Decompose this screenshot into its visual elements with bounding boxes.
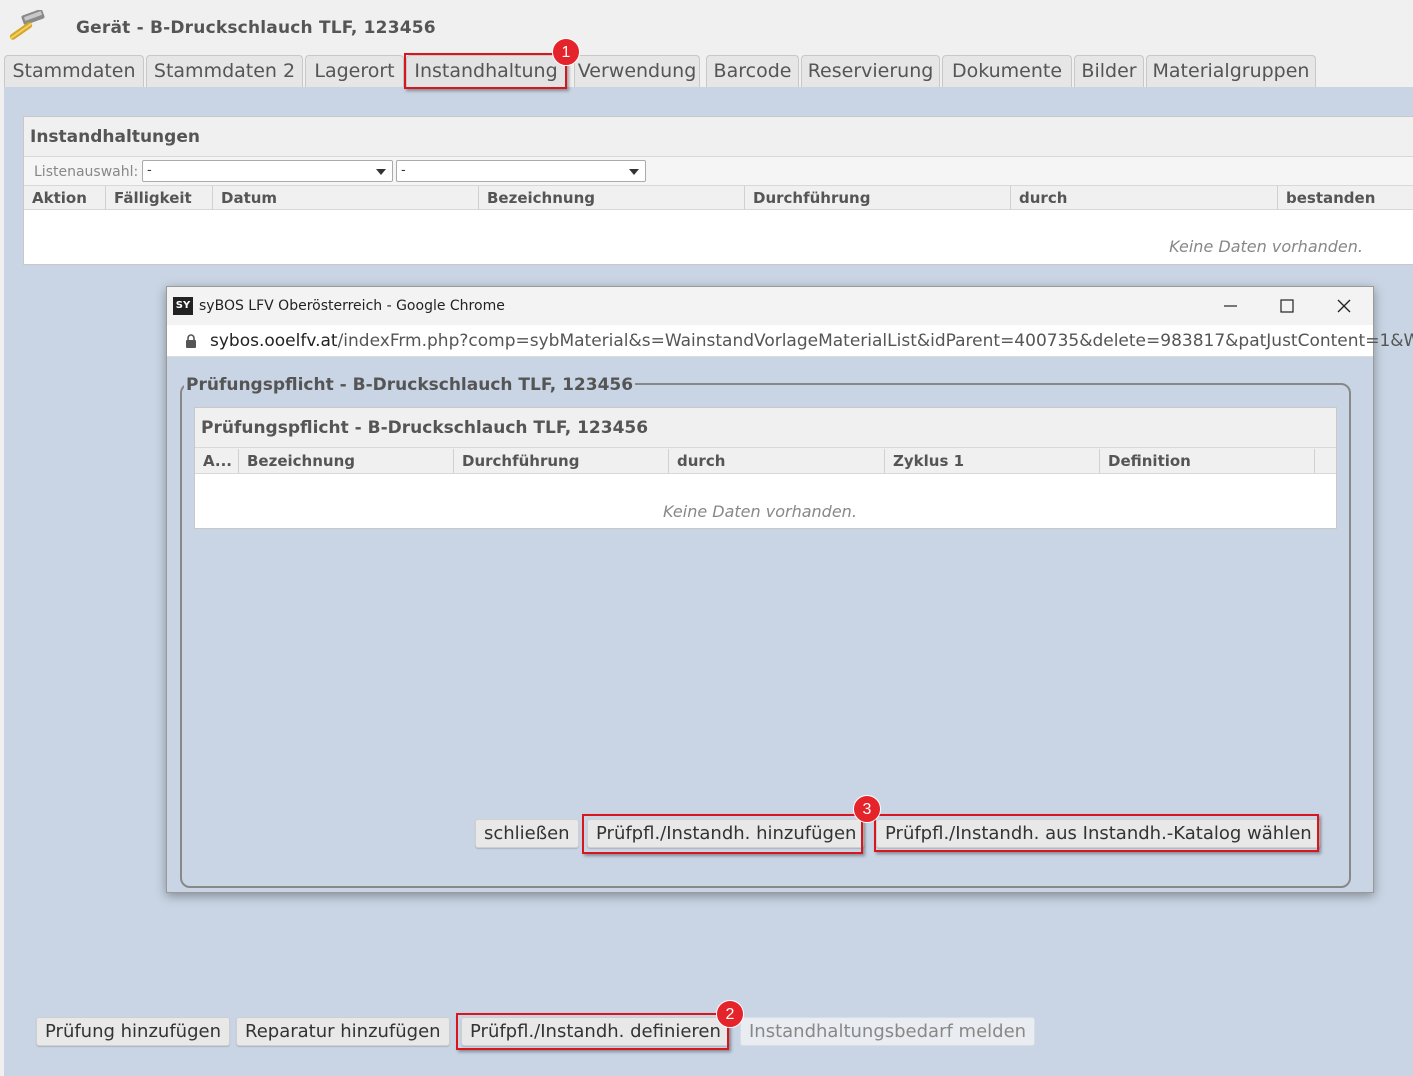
instandhaltungen-panel: Instandhaltungen Listenauswahl: - - Akti…	[23, 116, 1413, 265]
table-header: A... Bezeichnung Durchführung durch Zykl…	[195, 448, 1336, 474]
col-faelligkeit[interactable]: Fälligkeit	[106, 186, 213, 210]
list-selection-row: Listenauswahl: - -	[24, 157, 1413, 185]
define-pruefpflicht-button[interactable]: Prüfpfl./Instandh. definieren	[461, 1017, 730, 1046]
col-zyklus-1[interactable]: Zyklus 1	[885, 449, 1100, 473]
list-select-1-value: -	[147, 163, 152, 178]
panel-header: Instandhaltungen	[24, 117, 1413, 157]
window-titlebar: SY syBOS LFV Oberösterreich - Google Chr…	[167, 287, 1373, 325]
step-marker-2: 2	[716, 1000, 744, 1028]
address-bar[interactable]: sybos.ooelfv.at/indexFrm.php?comp=sybMat…	[167, 325, 1413, 357]
col-bezeichnung[interactable]: Bezeichnung	[479, 186, 745, 210]
chevron-down-icon	[376, 169, 386, 175]
list-select-1[interactable]: -	[142, 160, 393, 182]
col-durch[interactable]: durch	[669, 449, 885, 473]
minimize-icon[interactable]	[1219, 295, 1241, 317]
list-selection-label: Listenauswahl:	[34, 164, 139, 180]
url-text: sybos.ooelfv.at/indexFrm.php?comp=sybMat…	[210, 331, 1413, 351]
tab-bilder[interactable]: Bilder	[1074, 55, 1144, 87]
lock-icon	[186, 334, 196, 348]
empty-message: Keine Daten vorhanden.	[663, 502, 857, 521]
panel-header: Prüfungspflicht - B-Druckschlauch TLF, 1…	[195, 408, 1336, 448]
popup-window: SY syBOS LFV Oberösterreich - Google Chr…	[166, 286, 1413, 893]
col-aktion[interactable]: A...	[195, 449, 239, 473]
report-maintenance-button[interactable]: Instandhaltungsbedarf melden	[740, 1017, 1036, 1046]
tab-materialgruppen[interactable]: Materialgruppen	[1146, 55, 1316, 87]
url-path: /indexFrm.php?comp=sybMaterial&s=Wainsta…	[337, 331, 1413, 351]
maximize-icon[interactable]	[1276, 295, 1298, 317]
tab-verwendung[interactable]: Verwendung	[574, 55, 700, 87]
panel-title: Instandhaltungen	[30, 127, 200, 147]
chevron-down-icon	[629, 169, 639, 175]
tab-barcode[interactable]: Barcode	[706, 55, 799, 87]
tab-reservierung[interactable]: Reservierung	[801, 55, 940, 87]
url-host: sybos.ooelfv.at	[210, 331, 338, 351]
tab-dokumente[interactable]: Dokumente	[942, 55, 1072, 87]
add-pruefpflicht-button[interactable]: Prüfpfl./Instandh. hinzufügen	[587, 819, 866, 848]
col-durch[interactable]: durch	[1011, 186, 1278, 210]
table-header: Aktion Fälligkeit Datum Bezeichnung Durc…	[24, 185, 1413, 210]
col-aktion[interactable]: Aktion	[24, 186, 106, 210]
tab-stammdaten[interactable]: Stammdaten	[4, 55, 144, 87]
close-button[interactable]: schließen	[475, 819, 579, 848]
empty-message: Keine Daten vorhanden.	[1169, 237, 1363, 256]
add-repair-button[interactable]: Reparatur hinzufügen	[236, 1017, 450, 1046]
list-select-2-value: -	[401, 163, 406, 178]
close-icon[interactable]	[1333, 295, 1355, 317]
app-logo-icon: SY	[173, 297, 193, 315]
col-datum[interactable]: Datum	[213, 186, 479, 210]
step-marker-3: 3	[853, 795, 881, 823]
catalog-select-button[interactable]: Prüfpfl./Instandh. aus Instandh.-Katalog…	[876, 819, 1321, 848]
list-select-2[interactable]: -	[396, 160, 646, 182]
col-bezeichnung[interactable]: Bezeichnung	[239, 449, 454, 473]
col-durchfuehrung[interactable]: Durchführung	[454, 449, 669, 473]
tab-instandhaltung[interactable]: Instandhaltung	[406, 55, 566, 87]
pruefungspflicht-panel: Prüfungspflicht - B-Druckschlauch TLF, 1…	[194, 407, 1337, 529]
tab-stammdaten-2[interactable]: Stammdaten 2	[146, 55, 303, 87]
hammer-icon	[9, 10, 45, 40]
add-check-button[interactable]: Prüfung hinzufügen	[36, 1017, 230, 1046]
panel-title: Prüfungspflicht - B-Druckschlauch TLF, 1…	[201, 418, 649, 438]
page-title: Gerät - B-Druckschlauch TLF, 123456	[76, 18, 436, 38]
col-bestanden[interactable]: bestanden	[1278, 186, 1413, 210]
col-definition[interactable]: Definition	[1100, 449, 1315, 473]
fieldset-legend: Prüfungspflicht - B-Druckschlauch TLF, 1…	[184, 375, 636, 395]
tab-lagerort[interactable]: Lagerort	[305, 55, 404, 87]
step-marker-1: 1	[552, 38, 580, 66]
page-header: Gerät - B-Druckschlauch TLF, 123456	[0, 0, 1413, 56]
window-title: syBOS LFV Oberösterreich - Google Chrome	[199, 298, 505, 314]
col-durchfuehrung[interactable]: Durchführung	[745, 186, 1011, 210]
